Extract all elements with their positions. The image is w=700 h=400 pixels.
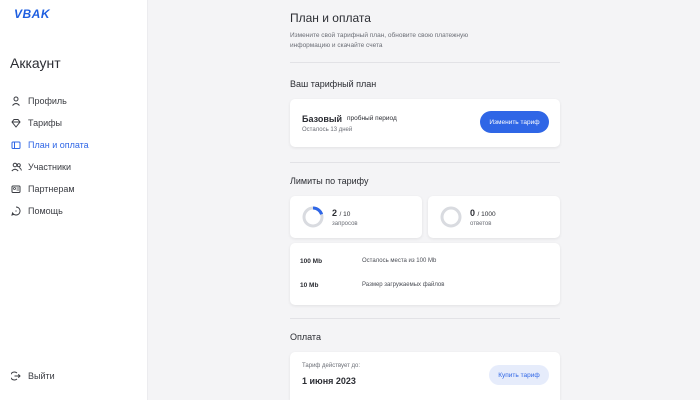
sidebar-item-tariffs[interactable]: Тарифы: [10, 112, 89, 134]
storage-card: 100 Mb Осталось места из 100 Mb 10 Mb Ра…: [290, 243, 560, 305]
divider: [290, 162, 560, 163]
storage-space-value: 100 Mb: [300, 258, 323, 265]
requests-progress-ring: [302, 206, 324, 228]
answers-count: 0 / 1000: [470, 208, 496, 218]
payment-valid-date: 1 июня 2023: [302, 376, 356, 386]
divider: [290, 318, 560, 319]
answers-used: 0: [470, 208, 476, 218]
plan-days-left: Осталось 13 дней: [302, 127, 353, 133]
divider: [290, 62, 560, 63]
help-icon: [10, 205, 22, 217]
file-size-value: 10 Mb: [300, 282, 319, 289]
sidebar: VBAK Аккаунт Профиль Тарифы План и оплат…: [0, 0, 148, 400]
payment-valid-label: Тариф действует до:: [302, 363, 361, 369]
requests-label: запросов: [332, 221, 358, 227]
partner-icon: [10, 183, 22, 195]
logout-button[interactable]: Выйти: [10, 370, 55, 382]
users-icon: [10, 161, 22, 173]
sidebar-item-label: Партнерам: [28, 184, 75, 194]
page-title: План и оплата: [290, 11, 371, 25]
page-subtitle: Измените свой тарифный план, обновите св…: [290, 32, 469, 49]
answers-progress-ring: [440, 206, 462, 228]
sidebar-item-label: Участники: [28, 162, 71, 172]
answers-label: ответов: [470, 221, 492, 227]
sidebar-title: Аккаунт: [10, 55, 61, 71]
payment-section-title: Оплата: [290, 332, 321, 342]
plan-period: пробный период: [347, 115, 397, 122]
plan-card: Базовый пробный период Осталось 13 дней …: [290, 99, 560, 147]
sidebar-item-label: Профиль: [28, 96, 67, 106]
card-icon: [10, 139, 22, 151]
sidebar-nav: Профиль Тарифы План и оплата Участники П…: [10, 90, 89, 222]
requests-limit-card: 2 / 10 запросов: [290, 196, 422, 238]
sidebar-item-help[interactable]: Помощь: [10, 200, 89, 222]
logout-label: Выйти: [28, 371, 55, 381]
limits-section-title: Лимиты по тарифу: [290, 176, 369, 186]
plan-section-title: Ваш тарифный план: [290, 79, 377, 89]
requests-count: 2 / 10: [332, 208, 350, 218]
file-size-desc: Размер загружаемых файлов: [362, 282, 445, 288]
sidebar-item-label: Тарифы: [28, 118, 63, 128]
logo[interactable]: VBAK: [14, 7, 50, 21]
answers-total: / 1000: [477, 211, 496, 218]
change-tariff-button[interactable]: Изменить тариф: [480, 111, 549, 133]
buy-tariff-button[interactable]: Купить тариф: [489, 365, 549, 385]
storage-space-desc: Осталось места из 100 Mb: [362, 258, 437, 264]
logout-icon: [10, 370, 22, 382]
payment-card: Тариф действует до: 1 июня 2023 Купить т…: [290, 352, 560, 400]
sidebar-item-label: План и оплата: [28, 140, 89, 150]
person-icon: [10, 95, 22, 107]
diamond-icon: [10, 117, 22, 129]
sidebar-item-partners[interactable]: Партнерам: [10, 178, 89, 200]
answers-limit-card: 0 / 1000 ответов: [428, 196, 560, 238]
main-content: План и оплата Измените свой тарифный пла…: [148, 0, 700, 400]
requests-total: / 10: [339, 211, 351, 218]
sidebar-item-plan-payment[interactable]: План и оплата: [10, 134, 89, 156]
sidebar-item-profile[interactable]: Профиль: [10, 90, 89, 112]
sidebar-item-label: Помощь: [28, 206, 63, 216]
requests-used: 2: [332, 208, 338, 218]
plan-name: Базовый: [302, 114, 343, 124]
sidebar-item-members[interactable]: Участники: [10, 156, 89, 178]
